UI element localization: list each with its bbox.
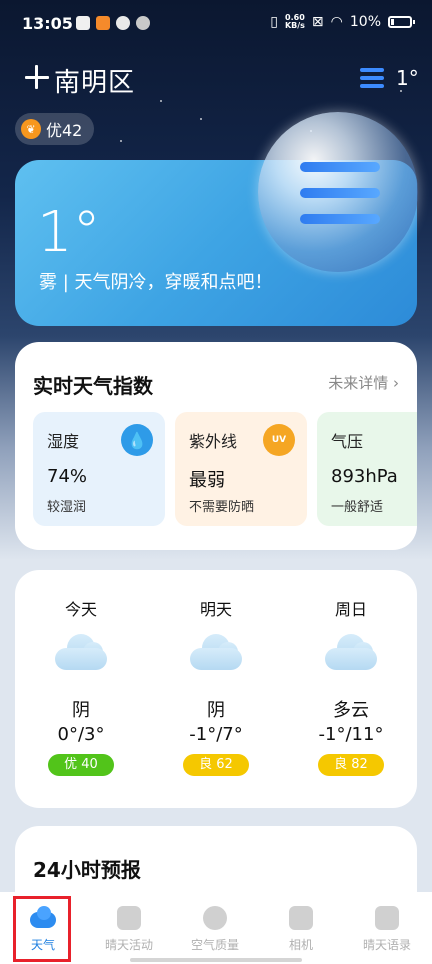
index-tiles: 湿度 💧 74% 较湿润 紫外线 UV 最弱 不需要防晒 气压 ◔ 893hPa… [33,412,417,528]
weather-index-card: 实时天气指数 未来详情 › 湿度 💧 74% 较湿润 紫外线 UV 最弱 不需要… [15,342,417,550]
leaf-icon: ❦ [21,119,41,139]
camera-icon [289,906,313,930]
cloud-icon [190,634,242,672]
nav-item-camera[interactable]: 相机 [258,892,344,964]
current-temp: 1° [37,200,101,265]
home-indicator[interactable] [130,958,302,962]
index-title: 实时天气指数 [33,374,153,398]
feather-icon [375,906,399,930]
wifi-icon: ◠ [330,14,343,30]
menu-lines-icon [300,162,380,224]
battery-icon [388,16,415,28]
humidity-tile[interactable]: 湿度 💧 74% 较湿润 [33,412,165,526]
notification-app-icon [136,16,150,30]
cloud-icon [55,634,107,672]
status-bar: 13:05 ▯ 0.60 KB/s ⊠ ◠ 10% [0,0,432,50]
vibrate-icon: ▯ [270,14,278,30]
menu-icon[interactable] [360,68,384,88]
forecast-day-tomorrow[interactable]: 明天 阴 -1°/7° 良 62 [156,570,276,808]
no-sim-icon: ⊠ [311,14,324,30]
aqi-chip: 优 40 [48,754,114,776]
aqi-label: 优42 [46,121,83,140]
nav-item-air-quality[interactable]: 空气质量 [172,892,258,964]
aqi-chip: 良 62 [183,754,249,776]
nav-item-activities[interactable]: 晴天活动 [86,892,172,964]
forecast-day-sunday[interactable]: 周日 多云 -1°/11° 良 82 [291,570,411,808]
header-temp: 1° [396,66,419,90]
notification-app-icon [116,16,130,30]
status-time: 13:05 [22,14,73,33]
highlight-frame [13,896,71,962]
net-speed: 0.60 KB/s [284,13,305,30]
hourly-title: 24小时预报 [33,858,141,882]
app-header: 南明区 1° [0,58,432,102]
forecast-day-today[interactable]: 今天 阴 0°/3° 优 40 [21,570,141,808]
three-day-forecast-card: 今天 阴 0°/3° 优 40 明天 阴 -1°/7° 良 62 周日 多云 -… [15,570,417,808]
weather-description: 雾 | 天气阴冷，穿暖和点吧！ [39,272,273,293]
notification-app-icon [76,16,90,30]
partly-cloudy-icon [325,634,377,672]
future-details-link[interactable]: 未来详情 › [328,372,399,393]
uv-sun-icon: UV [263,424,295,456]
battery-percent: 10% [349,14,381,30]
leaf-icon [203,906,227,930]
floating-menu-bubble[interactable] [258,112,418,272]
add-city-icon[interactable] [22,62,52,92]
aqi-chip: 良 82 [318,754,384,776]
nav-item-quotes[interactable]: 晴天语录 [344,892,430,964]
notification-icons [76,16,150,30]
pressure-tile[interactable]: 气压 ◔ 893hPa 一般舒适 [317,412,417,526]
uv-tile[interactable]: 紫外线 UV 最弱 不需要防晒 [175,412,307,526]
flag-icon [117,906,141,930]
city-name[interactable]: 南明区 [54,62,135,99]
water-drop-icon: 💧 [121,424,153,456]
notification-app-icon [96,16,110,30]
aqi-badge[interactable]: ❦ 优42 [15,113,95,145]
